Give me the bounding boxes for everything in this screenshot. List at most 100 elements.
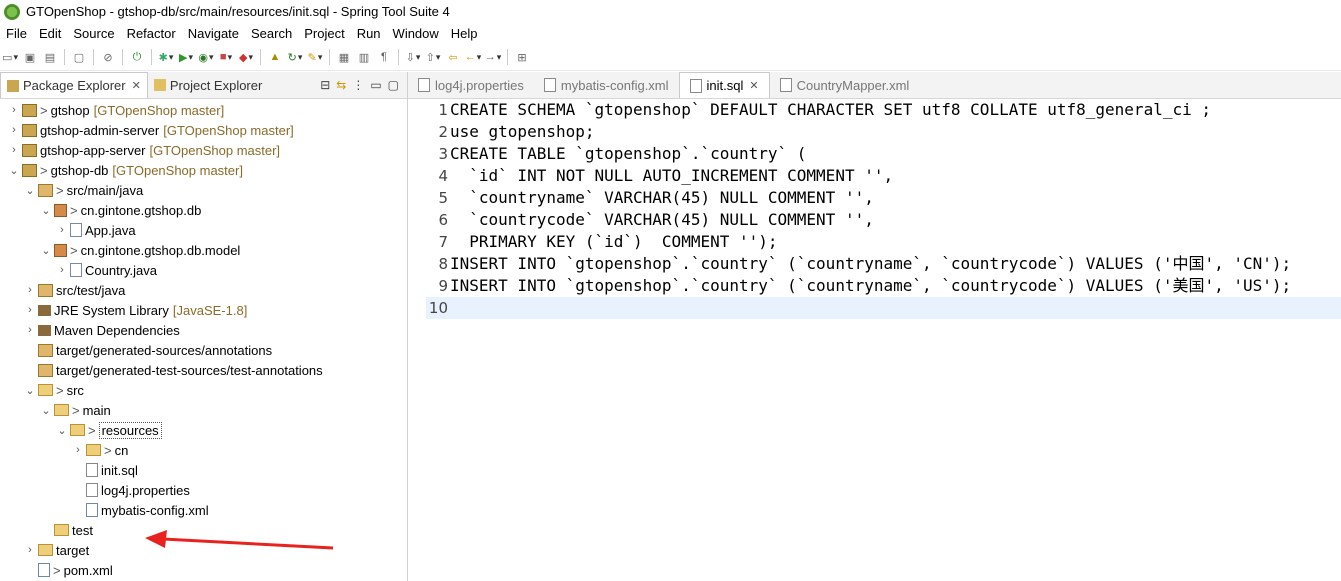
back-icon[interactable]: ←: [465, 49, 481, 65]
expanded-chevron-icon[interactable]: ⌄: [24, 184, 36, 197]
link-with-editor-icon[interactable]: ⇆: [336, 78, 346, 92]
tree-item[interactable]: ⌄ > src/main/java: [24, 180, 143, 200]
tree-item-label: cn.gintone.gtshop.db: [80, 202, 202, 218]
line-number: 5: [438, 189, 448, 207]
tree-item[interactable]: › Maven Dependencies: [24, 320, 180, 340]
menu-search[interactable]: Search: [245, 26, 298, 41]
menu-help[interactable]: Help: [445, 26, 484, 41]
collapsed-chevron-icon[interactable]: ›: [24, 304, 36, 316]
last-edit-icon[interactable]: ⇦: [445, 49, 461, 65]
code-text: `countrycode` VARCHAR(45) NULL COMMENT '…: [450, 210, 874, 229]
collapsed-chevron-icon[interactable]: ›: [8, 144, 20, 156]
editor-tab[interactable]: CountryMapper.xml: [770, 72, 920, 98]
menu-edit[interactable]: Edit: [33, 26, 67, 41]
tree-item[interactable]: › gtshop-app-server [GTOpenShop master]: [8, 140, 280, 160]
tree-item[interactable]: ⌄ > main: [40, 400, 110, 420]
collapsed-chevron-icon[interactable]: ›: [8, 104, 20, 116]
editor-tab[interactable]: mybatis-config.xml: [534, 72, 679, 98]
run-icon[interactable]: ▶: [178, 49, 194, 65]
tree-item-label: Country.java: [85, 262, 158, 278]
block-selection-icon[interactable]: ▥: [356, 49, 372, 65]
tree-item-label: src: [66, 382, 84, 398]
prev-annotation-icon[interactable]: ⇧: [425, 49, 441, 65]
menu-refactor[interactable]: Refactor: [121, 26, 182, 41]
save-all-icon[interactable]: ▤: [42, 49, 58, 65]
expanded-chevron-icon[interactable]: ⌄: [24, 384, 36, 397]
expanded-chevron-icon[interactable]: ⌄: [56, 424, 68, 437]
annotation-icon[interactable]: ▦: [336, 49, 352, 65]
tree-item[interactable]: ⌄ > cn.gintone.gtshop.db.model: [40, 240, 240, 260]
tree-item[interactable]: › target: [24, 540, 89, 560]
save-icon[interactable]: ▣: [22, 49, 38, 65]
expanded-chevron-icon[interactable]: ⌄: [8, 164, 20, 177]
tab-package-explorer[interactable]: Package Explorer ✕: [0, 72, 148, 98]
collapsed-chevron-icon[interactable]: ›: [56, 224, 68, 236]
menu-window[interactable]: Window: [387, 26, 445, 41]
power-icon[interactable]: ⏻: [129, 49, 145, 65]
line-number: 1: [438, 101, 448, 119]
tree-item[interactable]: › JRE System Library [JavaSE-1.8]: [24, 300, 247, 320]
collapsed-chevron-icon[interactable]: ›: [72, 444, 84, 456]
collapsed-chevron-icon[interactable]: ›: [56, 264, 68, 276]
expanded-chevron-icon[interactable]: ⌄: [40, 204, 52, 217]
tree-item[interactable]: test: [40, 520, 93, 540]
tree-item[interactable]: log4j.properties: [72, 480, 190, 500]
close-icon[interactable]: ✕: [132, 79, 141, 92]
source-folder-icon: [38, 343, 53, 357]
tree-item[interactable]: target/generated-sources/annotations: [24, 340, 272, 360]
menu-run[interactable]: Run: [351, 26, 387, 41]
tree-item[interactable]: › App.java: [56, 220, 135, 240]
console-icon[interactable]: ▢: [71, 49, 87, 65]
code-area[interactable]: 1 CREATE SCHEMA `gtopenshop` DEFAULT CHAR…: [426, 99, 1341, 319]
pilcrow-icon[interactable]: ¶: [376, 49, 392, 65]
tree-item[interactable]: init.sql: [72, 460, 138, 480]
window-title: GTOpenShop - gtshop-db/src/main/resource…: [26, 4, 450, 19]
tree-item[interactable]: › > cn: [72, 440, 128, 460]
tree-item-label: test: [72, 522, 93, 538]
stop-icon[interactable]: ■: [218, 49, 234, 65]
java-file-icon: [70, 223, 82, 237]
search-icon[interactable]: ✎: [307, 49, 323, 65]
debug-icon[interactable]: ✱: [158, 49, 174, 65]
forward-icon[interactable]: →: [485, 49, 501, 65]
expanded-chevron-icon[interactable]: ⌄: [40, 244, 52, 257]
skip-breakpoints-icon[interactable]: ⊘: [100, 49, 116, 65]
expanded-chevron-icon[interactable]: ⌄: [40, 404, 52, 417]
toolbar-separator: [329, 49, 330, 65]
menu-source[interactable]: Source: [67, 26, 120, 41]
minimize-icon[interactable]: ▭: [370, 78, 381, 92]
menu-navigate[interactable]: Navigate: [182, 26, 245, 41]
menu-project[interactable]: Project: [298, 26, 350, 41]
tree-item[interactable]: target/generated-test-sources/test-annot…: [24, 360, 323, 380]
tree-item[interactable]: › gtshop-admin-server [GTOpenShop master]: [8, 120, 294, 140]
tree-item[interactable]: ⌄ > cn.gintone.gtshop.db: [40, 200, 201, 220]
next-annotation-icon[interactable]: ⇩: [405, 49, 421, 65]
line-number: 7: [438, 233, 448, 251]
run-server-icon[interactable]: ◉: [198, 49, 214, 65]
editor-tab[interactable]: log4j.properties: [408, 72, 534, 98]
menu-file[interactable]: File: [0, 26, 33, 41]
open-perspective-icon[interactable]: ⊞: [514, 49, 530, 65]
collapsed-chevron-icon[interactable]: ›: [24, 284, 36, 296]
collapse-all-icon[interactable]: ⊟: [320, 78, 330, 92]
view-menu-icon[interactable]: ⋮: [352, 78, 364, 92]
collapsed-chevron-icon[interactable]: ›: [8, 124, 20, 136]
external-tools-icon[interactable]: ◆: [238, 49, 254, 65]
tree-item[interactable]: › Country.java: [56, 260, 157, 280]
tree-item[interactable]: ⌄ > src: [24, 380, 84, 400]
collapsed-chevron-icon[interactable]: ›: [24, 544, 36, 556]
close-icon[interactable]: ✕: [749, 79, 758, 92]
maximize-icon[interactable]: ▢: [388, 78, 399, 92]
tree-item[interactable]: ⌄ > gtshop-db [GTOpenShop master]: [8, 160, 243, 180]
tree-item[interactable]: mybatis-config.xml: [72, 500, 209, 520]
editor-tab[interactable]: init.sql ✕: [678, 72, 770, 98]
tree-item[interactable]: › > gtshop [GTOpenShop master]: [8, 100, 224, 120]
open-type-icon[interactable]: ▲: [267, 49, 283, 65]
tab-project-explorer[interactable]: Project Explorer: [148, 72, 268, 98]
tree-item[interactable]: › src/test/java: [24, 280, 125, 300]
tree-item[interactable]: > pom.xml: [24, 560, 113, 580]
tree-item[interactable]: ⌄ > resources: [56, 420, 162, 440]
new-icon[interactable]: ▭: [2, 49, 18, 65]
refresh-icon[interactable]: ↻: [287, 49, 303, 65]
collapsed-chevron-icon[interactable]: ›: [24, 324, 36, 336]
